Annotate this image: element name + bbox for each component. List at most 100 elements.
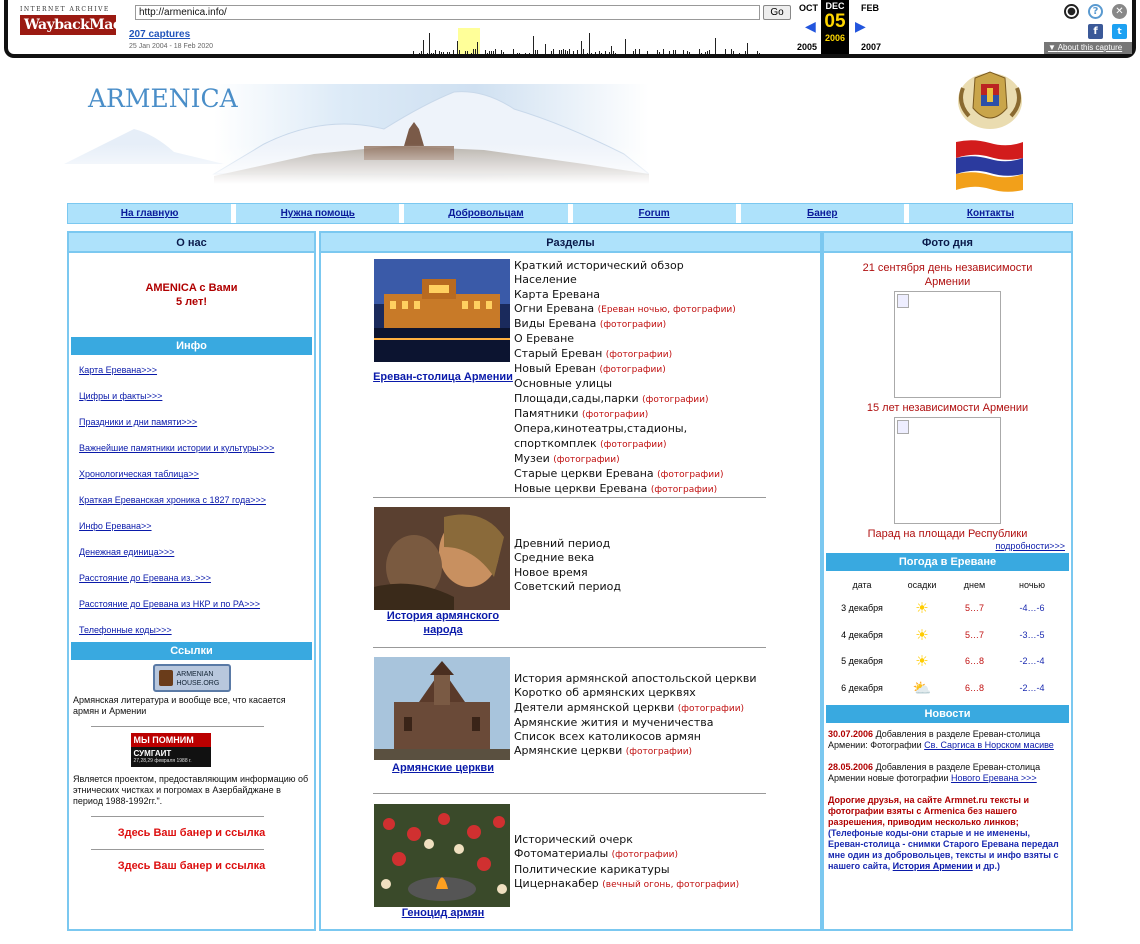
section-link-photos[interactable]: (фотографии) — [678, 704, 744, 714]
info-link[interactable]: Инфо Еревана>> — [79, 521, 306, 532]
close-icon[interactable]: ✕ — [1112, 4, 1127, 19]
section-caption-genocide[interactable]: Геноцид армян — [373, 906, 513, 920]
sumgait-link[interactable]: МЫ ПОМНИМ СУМГАИТ 27,28,29 февраля 1988 … — [27, 733, 314, 771]
wayback-next-month[interactable]: FEB — [861, 3, 879, 13]
section-link-photos[interactable]: (вечный огонь, фотографии) — [602, 880, 739, 890]
armenianhouse-link[interactable]: ARMENIAN HOUSE.ORG — [69, 664, 314, 692]
section-link-item[interactable]: Огни Еревана (Ереван ночью, фотографии) — [514, 302, 736, 317]
photo-of-day-image-2[interactable] — [894, 417, 1001, 524]
help-icon[interactable]: ? — [1088, 4, 1103, 19]
info-link[interactable]: Хронологическая таблица>> — [79, 469, 306, 480]
armenianhouse-logo[interactable]: ARMENIAN HOUSE.ORG — [152, 664, 231, 692]
section-link-item[interactable]: Коротко об армянских церквях — [514, 686, 757, 700]
wayback-sparkline[interactable] — [248, 28, 778, 54]
prev-arrow-icon[interactable]: ◀ — [805, 19, 816, 35]
user-icon[interactable]: ● — [1064, 4, 1079, 19]
section-link-item[interactable]: О Ереване — [514, 332, 736, 346]
section-link-photos[interactable]: (Ереван ночью, фотографии) — [598, 305, 736, 315]
section-link-item[interactable]: Опера,кинотеатры,стадионы, — [514, 422, 736, 436]
section-link-item[interactable]: Новое время — [514, 566, 621, 580]
info-link[interactable]: Праздники и дни памяти>>> — [79, 417, 306, 428]
section-link-item[interactable]: Советский период — [514, 580, 621, 594]
info-link[interactable]: Цифры и факты>>> — [79, 391, 306, 402]
section-link-item[interactable]: Музеи (фотографии) — [514, 452, 736, 467]
section-link-photos[interactable]: (фотографии) — [657, 470, 723, 480]
section-link-item[interactable]: Население — [514, 273, 736, 287]
church-photo[interactable] — [374, 657, 510, 760]
news-link[interactable]: История Армении — [893, 861, 973, 871]
site-brand[interactable]: ARMENICA — [88, 84, 238, 113]
info-link[interactable]: Телефонные коды>>> — [79, 625, 306, 636]
section-link-photos[interactable]: (фотографии) — [606, 350, 672, 360]
twitter-icon[interactable]: t — [1112, 24, 1127, 39]
section-link-item[interactable]: Новые церкви Еревана (фотографии) — [514, 482, 736, 497]
info-link[interactable]: Карта Еревана>>> — [79, 365, 306, 376]
section-link-item[interactable]: Памятники (фотографии) — [514, 407, 736, 422]
section-link-item[interactable]: Древний период — [514, 537, 621, 551]
nav-banner[interactable]: Банер — [741, 204, 909, 223]
info-link[interactable]: Расстояние до Еревана из НКР и по РА>>> — [79, 599, 306, 610]
section-link-item[interactable]: Средние века — [514, 551, 621, 565]
section-link-photos[interactable]: (фотографии) — [600, 320, 666, 330]
news-link[interactable]: Св. Саргиса в Норском масиве — [924, 740, 1054, 750]
section-link-photos[interactable]: (фотографии) — [553, 455, 619, 465]
memorial-flowers-photo[interactable] — [374, 804, 510, 907]
yerevan-night-photo[interactable] — [374, 259, 510, 362]
photo-of-day-image-1[interactable] — [894, 291, 1001, 398]
facebook-icon[interactable]: f — [1088, 24, 1103, 39]
section-link-item[interactable]: Фотоматериалы (фотографии) — [514, 847, 739, 862]
section-link-item[interactable]: Старый Ереван (фотографии) — [514, 347, 736, 362]
sparkline-bar — [675, 50, 676, 54]
details-link[interactable]: подробности>>> — [824, 541, 1071, 551]
wayback-url-input[interactable]: http://armenica.info/ — [135, 5, 760, 20]
section-link-photos[interactable]: (фотографии) — [651, 485, 717, 495]
section-link-photos[interactable]: (фотографии) — [626, 747, 692, 757]
wayback-about-link[interactable]: ▼ About this capture — [1044, 42, 1132, 54]
wayback-go-button[interactable]: Go — [763, 5, 791, 20]
nav-contacts[interactable]: Контакты — [909, 204, 1072, 223]
wayback-prev-year[interactable]: 2005 — [797, 42, 817, 52]
wayback-captures-link[interactable]: 207 captures — [129, 29, 190, 40]
wayback-next-year[interactable]: 2007 — [861, 42, 881, 52]
history-painting-photo[interactable] — [374, 507, 510, 610]
banner-ad-slot[interactable]: Здесь Ваш банер и ссылка — [69, 827, 314, 839]
section-caption-history[interactable]: История армянского народа — [373, 609, 513, 637]
nav-volunteers[interactable]: Добровольцам — [404, 204, 573, 223]
info-link[interactable]: Денежная единица>>> — [79, 547, 306, 558]
section-link-item[interactable]: Армянские церкви (фотографии) — [514, 744, 757, 759]
section-link-item[interactable]: Краткий исторический обзор — [514, 259, 736, 273]
section-link-item[interactable]: Политические карикатуры — [514, 863, 739, 877]
info-link[interactable]: Расстояние до Еревана из..>>> — [79, 573, 306, 584]
section-caption-yerevan[interactable]: Ереван-столица Армении — [373, 370, 513, 384]
info-link[interactable]: Важнейшие памятники истории и культуры>>… — [79, 443, 306, 454]
section-link-photos[interactable]: (фотографии) — [600, 440, 666, 450]
nav-forum[interactable]: Forum — [573, 204, 741, 223]
section-link-item[interactable]: Список всех католикосов армян — [514, 730, 757, 744]
section-link-item[interactable]: Карта Еревана — [514, 288, 736, 302]
section-link-item[interactable]: Деятели армянской церкви (фотографии) — [514, 701, 757, 716]
section-link-photos[interactable]: (фотографии) — [582, 410, 648, 420]
section-link-photos[interactable]: (фотографии) — [612, 850, 678, 860]
sumgait-logo[interactable]: МЫ ПОМНИМ СУМГАИТ 27,28,29 февраля 1988 … — [130, 733, 211, 767]
section-link-item[interactable]: Исторический очерк — [514, 833, 739, 847]
nav-home[interactable]: На главную — [68, 204, 237, 223]
section-link-item[interactable]: Старые церкви Еревана (фотографии) — [514, 467, 736, 482]
news-link[interactable]: Нового Еревана >>> — [951, 773, 1037, 783]
section-link-item[interactable]: спорткомплек (фотографии) — [514, 437, 736, 452]
section-link-item[interactable]: Площади,сады,парки (фотографии) — [514, 392, 736, 407]
section-link-photos[interactable]: (фотографии) — [642, 395, 708, 405]
section-link-item[interactable]: Армянские жития и мученичества — [514, 716, 757, 730]
section-link-item[interactable]: Виды Еревана (фотографии) — [514, 317, 736, 332]
wayback-logo[interactable]: INTERNET ARCHIVE WaybackMachine — [20, 6, 154, 35]
section-link-item[interactable]: Новый Ереван (фотографии) — [514, 362, 736, 377]
section-link-item[interactable]: История армянской апостольской церкви — [514, 672, 757, 686]
wayback-prev-month[interactable]: OCT — [799, 3, 818, 13]
section-link-item[interactable]: Цицернакабер (вечный огонь, фотографии) — [514, 877, 739, 892]
next-arrow-icon[interactable]: ▶ — [855, 19, 866, 35]
section-link-photos[interactable]: (фотографии) — [599, 365, 665, 375]
nav-help[interactable]: Нужна помощь — [236, 204, 405, 223]
banner-ad-slot[interactable]: Здесь Ваш банер и ссылка — [69, 860, 314, 872]
info-link[interactable]: Краткая Ереванская хроника с 1827 года>>… — [79, 495, 306, 506]
section-caption-churches[interactable]: Армянские церкви — [373, 761, 513, 775]
section-link-item[interactable]: Основные улицы — [514, 377, 736, 391]
